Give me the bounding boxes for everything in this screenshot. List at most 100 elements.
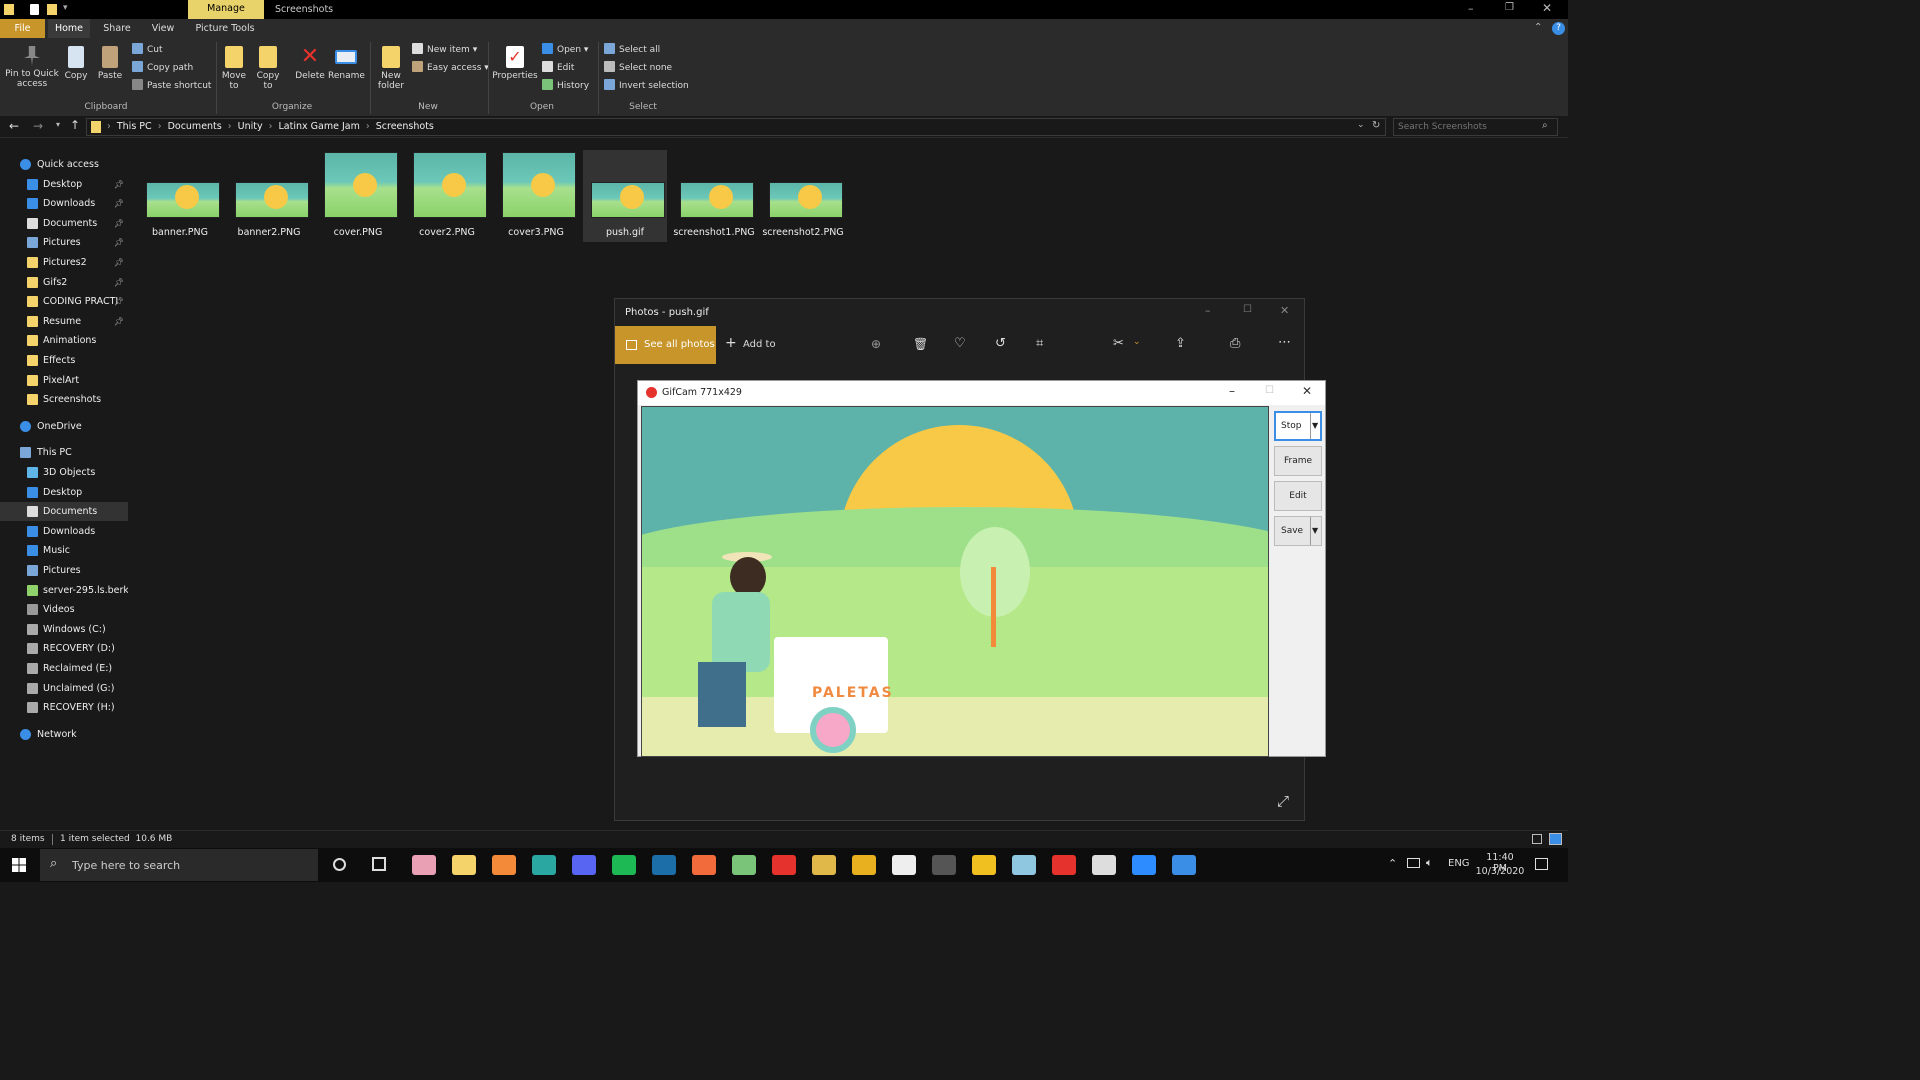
tab-view[interactable]: View <box>142 19 184 38</box>
network-icon[interactable] <box>1407 858 1420 868</box>
tab-file[interactable]: File <box>0 19 45 38</box>
tab-home[interactable]: Home <box>48 19 90 38</box>
notepad-app-icon[interactable] <box>1012 855 1036 875</box>
minimize-icon[interactable]: – <box>1229 384 1235 398</box>
nav-item-pc-desktop[interactable]: Desktop <box>0 483 128 502</box>
edge-browser-icon[interactable] <box>532 855 556 875</box>
nav-quick-access[interactable]: Quick access <box>0 155 128 174</box>
nav-item-pc-documents[interactable]: Documents <box>0 502 128 522</box>
breadcrumb-unity[interactable]: Unity <box>238 121 263 132</box>
paste-button[interactable]: Paste <box>96 46 124 81</box>
pin-icon[interactable]: 📌︎ <box>114 233 124 252</box>
zoom-icon[interactable]: ⊕ <box>871 337 881 351</box>
nav-item-pc-recovery-d-[interactable]: RECOVERY (D:) <box>0 639 128 658</box>
file-item[interactable]: cover3.PNG <box>494 150 578 242</box>
back-arrow-icon[interactable]: ← <box>9 119 19 133</box>
nav-item-pixelart[interactable]: PixelArt <box>0 371 128 390</box>
rotate-icon[interactable]: ↺ <box>995 336 1006 351</box>
pin-icon[interactable]: 📌︎ <box>114 194 124 213</box>
chevron-down-icon[interactable]: ⌄ <box>1133 337 1141 347</box>
select-all-button[interactable]: Select all <box>604 42 660 58</box>
easy-access-button[interactable]: Easy access ▾ <box>412 60 489 76</box>
pin-icon[interactable]: 📌︎ <box>114 253 124 272</box>
show-hidden-icons-chevron-icon[interactable]: ⌃ <box>1388 857 1397 870</box>
minimize-icon[interactable]: – <box>1468 2 1474 15</box>
nav-item-pc-server-295-ls-berkele[interactable]: server-295.ls.berkele <box>0 581 128 600</box>
breadcrumb-this-pc[interactable]: This PC <box>117 121 152 132</box>
close-icon[interactable]: ✕ <box>1542 1 1552 15</box>
save-dropdown-icon[interactable]: ▼ <box>1312 526 1318 535</box>
zoom-app-icon[interactable] <box>1132 855 1156 875</box>
close-icon[interactable]: ✕ <box>1280 304 1289 317</box>
delete-icon[interactable]: 🗑︎ <box>913 337 928 351</box>
close-icon[interactable]: ✕ <box>1302 384 1312 398</box>
delete-button[interactable]: ✕ Delete <box>294 46 326 82</box>
nav-item-animations[interactable]: Animations <box>0 331 128 350</box>
nav-item-pc-downloads[interactable]: Downloads <box>0 522 128 541</box>
nav-this-pc[interactable]: This PC <box>0 443 128 462</box>
add-to-button[interactable]: Add to <box>743 339 776 350</box>
git-kraken-icon[interactable] <box>812 855 836 875</box>
history-button[interactable]: History <box>542 78 589 94</box>
volume-icon[interactable]: 🔈︎ <box>1426 856 1433 870</box>
file-explorer-icon[interactable] <box>452 855 476 875</box>
nav-item-effects[interactable]: Effects <box>0 351 128 370</box>
file-item[interactable]: banner.PNG <box>138 150 222 242</box>
clock-date[interactable]: 10/3/2020 <box>1475 866 1525 877</box>
maximize-icon[interactable]: ❐ <box>1505 2 1514 13</box>
nav-item-pc-3d-objects[interactable]: 3D Objects <box>0 463 128 482</box>
file-item[interactable]: banner2.PNG <box>227 150 311 242</box>
android-app-icon[interactable] <box>732 855 756 875</box>
new-folder-icon[interactable] <box>47 4 57 15</box>
favorite-heart-icon[interactable]: ♡ <box>954 336 966 351</box>
paste-shortcut-button[interactable]: Paste shortcut <box>132 78 211 94</box>
recent-locations-icon[interactable]: ▾ <box>56 120 60 129</box>
spotify-icon[interactable] <box>612 855 636 875</box>
task-view-icon[interactable] <box>372 857 386 871</box>
notifications-icon[interactable] <box>1535 858 1548 870</box>
breadcrumb-screenshots[interactable]: Screenshots <box>376 121 434 132</box>
nav-item-desktop[interactable]: Desktop 📌︎ <box>0 175 128 194</box>
nav-item-pictures[interactable]: Pictures 📌︎ <box>0 233 128 252</box>
photos-app-icon[interactable] <box>1172 855 1196 875</box>
share-icon[interactable]: ⇪ <box>1175 336 1186 351</box>
file-item[interactable]: push.gif <box>583 150 667 242</box>
up-arrow-icon[interactable]: ↑ <box>70 118 80 132</box>
file-item[interactable]: cover.PNG <box>316 150 400 242</box>
tab-picture-tools[interactable]: Picture Tools <box>190 19 260 38</box>
search-box[interactable]: ⌕ <box>1393 118 1558 136</box>
nav-item-gifs2[interactable]: Gifs2 📌︎ <box>0 273 128 292</box>
slack-icon[interactable] <box>852 855 876 875</box>
paint-app-icon[interactable] <box>412 855 436 875</box>
cortana-icon[interactable] <box>333 858 346 871</box>
nav-item-pc-videos[interactable]: Videos <box>0 600 128 619</box>
print-icon[interactable]: ⎙ <box>1230 336 1240 351</box>
pin-icon[interactable]: 📌︎ <box>114 214 124 233</box>
address-dropdown-icon[interactable]: ⌄ <box>1357 120 1365 130</box>
chrome-browser-icon[interactable] <box>772 855 796 875</box>
language-indicator[interactable]: ENG <box>1448 858 1470 869</box>
address-box[interactable]: › This PC › Documents › Unity › Latinx G… <box>86 118 1386 136</box>
nav-network[interactable]: Network <box>0 725 128 744</box>
large-icons-view-icon[interactable] <box>1549 833 1562 845</box>
start-windows-icon[interactable] <box>12 858 26 872</box>
rename-button[interactable]: Rename <box>328 46 365 81</box>
nav-item-pc-music[interactable]: Music <box>0 541 128 560</box>
select-none-button[interactable]: Select none <box>604 60 672 76</box>
nav-item-screenshots[interactable]: Screenshots <box>0 390 128 409</box>
nav-item-documents[interactable]: Documents 📌︎ <box>0 214 128 233</box>
unity-icon[interactable] <box>1092 855 1116 875</box>
search-input[interactable] <box>1398 121 1538 133</box>
steam-icon[interactable] <box>652 855 676 875</box>
discord-icon[interactable] <box>572 855 596 875</box>
nav-item-pc-reclaimed-e-[interactable]: Reclaimed (E:) <box>0 659 128 678</box>
sublime-text-icon[interactable] <box>492 855 516 875</box>
file-item[interactable]: cover2.PNG <box>405 150 489 242</box>
fullscreen-expand-icon[interactable]: ⤢ <box>1277 792 1289 810</box>
collapse-ribbon-icon[interactable]: ⌃ <box>1534 22 1542 33</box>
open-button[interactable]: Open ▾ <box>542 42 588 58</box>
nav-item-pictures2[interactable]: Pictures2 📌︎ <box>0 253 128 272</box>
details-view-icon[interactable] <box>1532 834 1542 844</box>
pin-quick-access-button[interactable]: Pin to Quick access <box>4 46 60 89</box>
visual-studio-icon[interactable] <box>932 855 956 875</box>
